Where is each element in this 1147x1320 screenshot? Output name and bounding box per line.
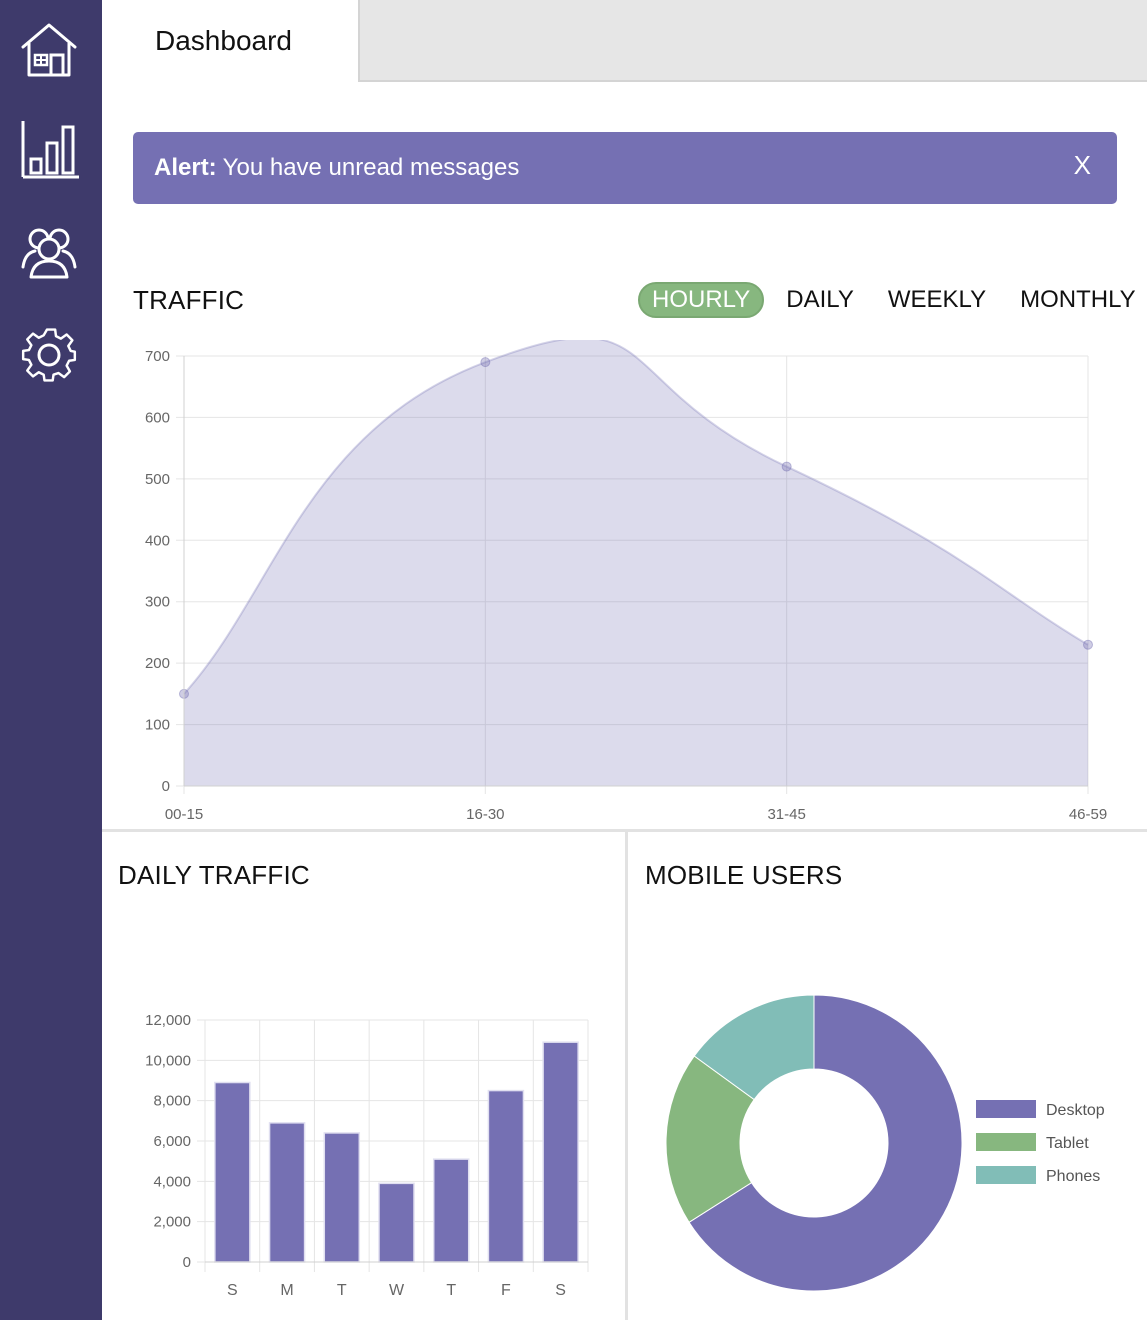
range-tab-monthly[interactable]: MONTHLY	[1008, 282, 1147, 318]
home-icon	[21, 23, 77, 77]
daily-bar	[487, 1089, 525, 1263]
y-tick-label: 700	[145, 348, 170, 365]
nav-members[interactable]	[14, 216, 84, 286]
daily-traffic-bar-chart: 0 2,000 4,000 6,000 8,000 10,000 12,000 S M T W T F S	[145, 1012, 589, 1299]
traffic-data-point	[480, 357, 491, 368]
alert-label: Alert:	[154, 154, 217, 181]
legend-label: Phones	[1046, 1168, 1100, 1185]
x-tick-label: F	[501, 1282, 511, 1299]
nav-home[interactable]	[14, 14, 84, 84]
traffic-title: TRAFFIC	[133, 285, 245, 315]
users-icon	[21, 228, 77, 279]
range-tab-weekly[interactable]: WEEKLY	[876, 282, 998, 318]
y-tick-label: 2,000	[153, 1214, 191, 1231]
daily-bar	[268, 1122, 306, 1263]
mobile-users-donut-chart: Desktop Tablet Phones	[665, 994, 1105, 1292]
daily-bar	[323, 1132, 361, 1263]
legend-swatch	[976, 1100, 1036, 1118]
x-tick-label: 16-30	[466, 806, 504, 823]
tab-dashboard[interactable]: Dashboard	[102, 0, 360, 82]
legend-swatch	[976, 1166, 1036, 1184]
daily-bar	[214, 1081, 251, 1263]
y-tick-label: 600	[145, 409, 170, 426]
mobile-users-title: MOBILE USERS	[645, 860, 843, 890]
y-tick-label: 6,000	[153, 1133, 191, 1150]
daily-bar	[432, 1158, 470, 1263]
x-tick-label: T	[446, 1282, 456, 1299]
legend-label: Tablet	[1046, 1135, 1089, 1152]
range-tab-daily[interactable]: DAILY	[774, 282, 866, 318]
x-tick-label: S	[227, 1282, 238, 1299]
alert-close-button[interactable]: X	[1074, 150, 1091, 181]
x-tick-label: 46-59	[1069, 806, 1107, 823]
daily-bar	[542, 1041, 579, 1263]
x-tick-label: W	[389, 1282, 405, 1299]
traffic-data-point	[781, 461, 792, 472]
sidebar	[0, 0, 102, 1320]
traffic-line-chart: 0 100 200 300 400 500 600 700 00-15 16-30 31-45 46-…	[145, 340, 1107, 823]
nav-settings[interactable]	[14, 320, 84, 390]
bar-chart-icon	[21, 121, 79, 179]
nav-analytics[interactable]	[14, 114, 84, 184]
y-tick-label: 10,000	[145, 1052, 191, 1069]
legend-label: Desktop	[1046, 1102, 1105, 1119]
alert-banner: Alert: You have unread messages X	[133, 132, 1117, 204]
x-tick-label: 00-15	[165, 806, 203, 823]
y-tick-label: 200	[145, 655, 170, 672]
x-tick-label: 31-45	[767, 806, 805, 823]
y-tick-label: 0	[183, 1254, 191, 1271]
y-tick-label: 400	[145, 532, 170, 549]
range-tab-hourly[interactable]: HOURLY	[638, 282, 765, 318]
y-tick-label: 0	[162, 778, 170, 795]
y-tick-label: 12,000	[145, 1012, 191, 1029]
legend-swatch	[976, 1133, 1036, 1151]
gear-icon	[21, 328, 77, 382]
traffic-range-tabs: HOURLY DAILY WEEKLY MONTHLY	[638, 282, 1147, 318]
y-tick-label: 100	[145, 717, 170, 734]
daily-bar	[378, 1182, 415, 1263]
y-tick-label: 4,000	[153, 1173, 191, 1190]
traffic-area-fill	[184, 340, 1088, 786]
daily-traffic-title: DAILY TRAFFIC	[118, 860, 310, 890]
x-tick-label: T	[337, 1282, 347, 1299]
x-tick-label: M	[280, 1282, 293, 1299]
y-tick-label: 8,000	[153, 1093, 191, 1110]
tab-dashboard-label: Dashboard	[155, 25, 292, 56]
y-tick-label: 300	[145, 594, 170, 611]
traffic-data-point	[1083, 639, 1093, 650]
alert-message: You have unread messages	[222, 154, 520, 181]
x-tick-label: S	[555, 1282, 566, 1299]
y-tick-label: 500	[145, 471, 170, 488]
